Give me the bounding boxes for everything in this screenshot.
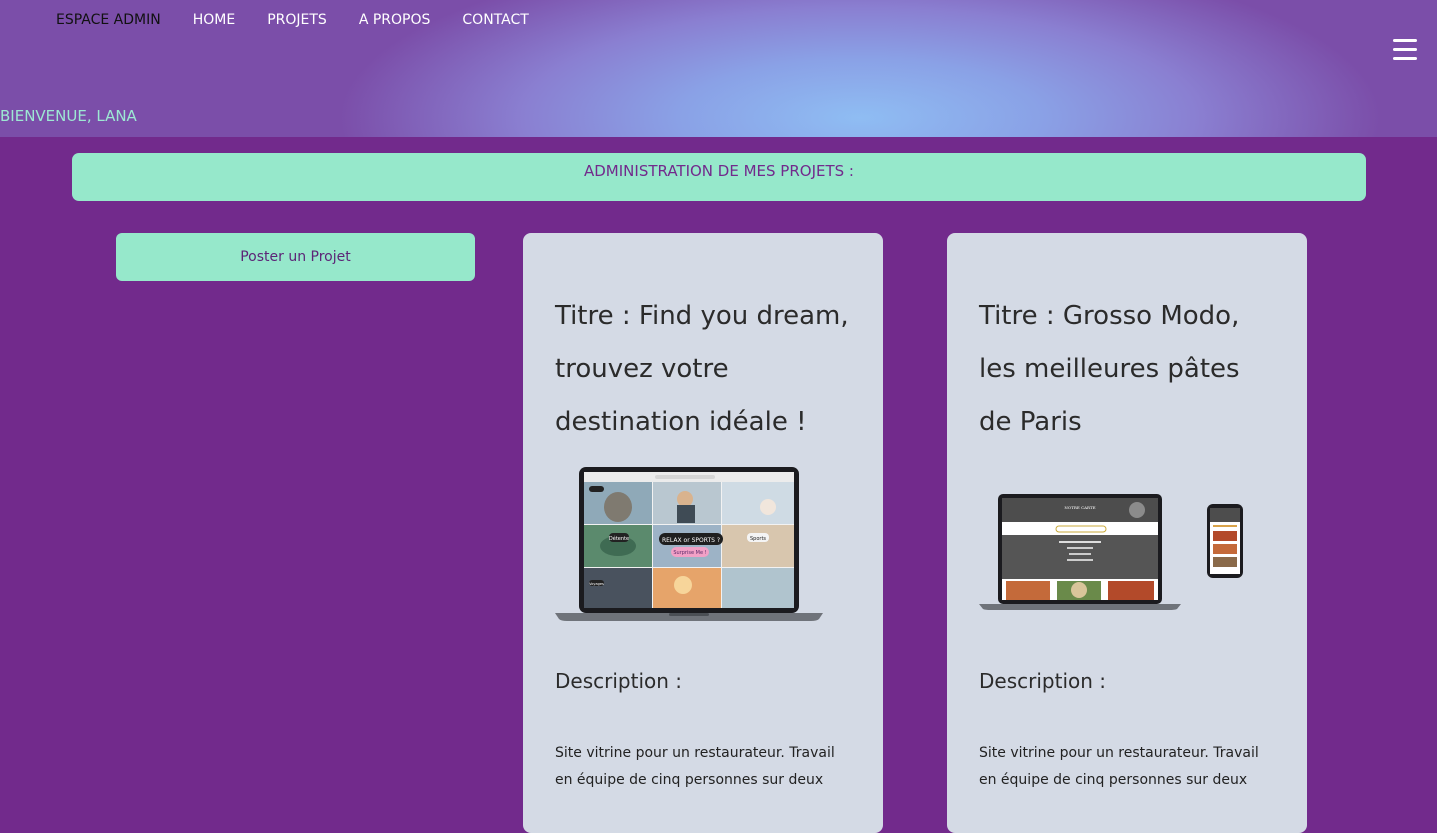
nav-link-a-propos[interactable]: A PROPOS (359, 12, 431, 28)
screen-label-relax-or-sports: RELAX or SPORTS ? (662, 537, 720, 544)
screen-label-detente: Détente (609, 535, 629, 542)
screen-label-notre-carte: NOTRE CARTE (1064, 505, 1095, 510)
screen-label-surprise-me: Surprise Me ! (673, 550, 706, 556)
hamburger-bar (1393, 48, 1417, 51)
hamburger-menu-icon[interactable] (1393, 39, 1417, 61)
project-description: Site vitrine pour un restaurateur. Trava… (979, 745, 1259, 788)
project-image-travel: Détente RELAX or SPORTS ? Surprise Me ! … (555, 467, 823, 621)
screen-label-sports: Sports (750, 536, 766, 542)
nav-link-espace-admin[interactable]: ESPACE ADMIN (56, 12, 161, 28)
hamburger-bar (1393, 57, 1417, 60)
project-title: Titre : Find you dream, trouvez votre de… (555, 301, 849, 437)
project-card: Titre : Grosso Modo, les meilleures pâte… (947, 233, 1307, 833)
description-label: Description : (555, 669, 683, 693)
description-label: Description : (979, 669, 1107, 693)
post-project-button[interactable]: Poster un Projet (116, 233, 475, 281)
welcome-message: BIENVENUE, LANA (0, 107, 137, 125)
nav-link-home[interactable]: HOME (193, 12, 235, 28)
main-nav: ESPACE ADMIN HOME PROJETS A PROPOS CONTA… (56, 12, 561, 28)
project-image-restaurant: NOTRE CARTE (979, 494, 1243, 610)
laptop-mockup-icon: Détente RELAX or SPORTS ? Surprise Me ! … (555, 463, 823, 627)
nav-link-contact[interactable]: CONTACT (462, 12, 528, 28)
site-header: ESPACE ADMIN HOME PROJETS A PROPOS CONTA… (0, 0, 1437, 137)
project-card: Titre : Find you dream, trouvez votre de… (523, 233, 883, 833)
screen-label-voyages: Voyages (589, 582, 604, 586)
project-description: Site vitrine pour un restaurateur. Trava… (555, 745, 835, 788)
admin-banner-text: ADMINISTRATION DE MES PROJETS : (584, 162, 854, 180)
laptop-and-phone-mockup-icon: NOTRE CARTE (979, 463, 1247, 627)
nav-link-projets[interactable]: PROJETS (267, 12, 327, 28)
hamburger-bar (1393, 39, 1417, 42)
project-title: Titre : Grosso Modo, les meilleures pâte… (979, 301, 1240, 437)
admin-projects-banner: ADMINISTRATION DE MES PROJETS : (72, 153, 1366, 201)
